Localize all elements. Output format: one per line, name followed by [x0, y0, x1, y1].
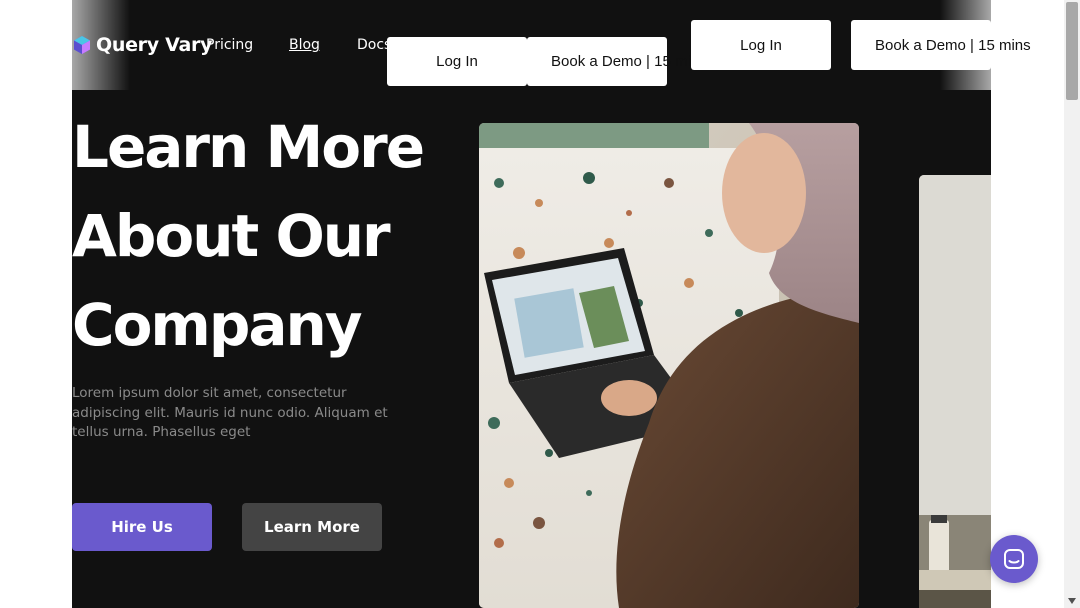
hire-us-button[interactable]: Hire Us — [72, 503, 212, 551]
headline-line-2: About Our — [72, 202, 391, 270]
photo-illustration — [479, 123, 859, 608]
brand-logo[interactable]: Query Vary — [72, 32, 212, 58]
book-demo-button[interactable]: Book a Demo | 15 mins — [527, 37, 707, 86]
nav-link-pricing[interactable]: Pricing — [206, 37, 253, 53]
learn-more-button[interactable]: Learn More — [242, 503, 382, 551]
nav-link-blog[interactable]: Blog — [289, 37, 320, 53]
brand-name: Query Vary — [96, 34, 213, 56]
chat-bubble-icon — [1004, 549, 1024, 569]
scrollbar-thumb[interactable] — [1066, 2, 1078, 100]
hero-description: Lorem ipsum dolor sit amet, consectetur … — [72, 385, 388, 440]
book-demo-button-secondary[interactable]: Book a Demo | 15 mins — [851, 20, 1031, 70]
photo-illustration-2 — [919, 175, 991, 608]
office-desk-photo — [919, 175, 991, 608]
woman-using-laptop-photo — [479, 123, 859, 608]
headline-line-3: Company — [72, 291, 363, 359]
chat-launcher-button[interactable] — [990, 535, 1038, 583]
hero-headline: Learn More About Our Company — [72, 103, 472, 370]
scroll-down-arrow-icon[interactable] — [1067, 596, 1077, 606]
login-button[interactable]: Log In — [387, 37, 527, 86]
login-button-secondary[interactable]: Log In — [691, 20, 831, 70]
page: Query Vary Pricing Blog Docs Log In Book… — [0, 0, 1080, 608]
query-vary-logo-icon — [74, 36, 90, 54]
headline-line-1: Learn More — [72, 113, 425, 181]
